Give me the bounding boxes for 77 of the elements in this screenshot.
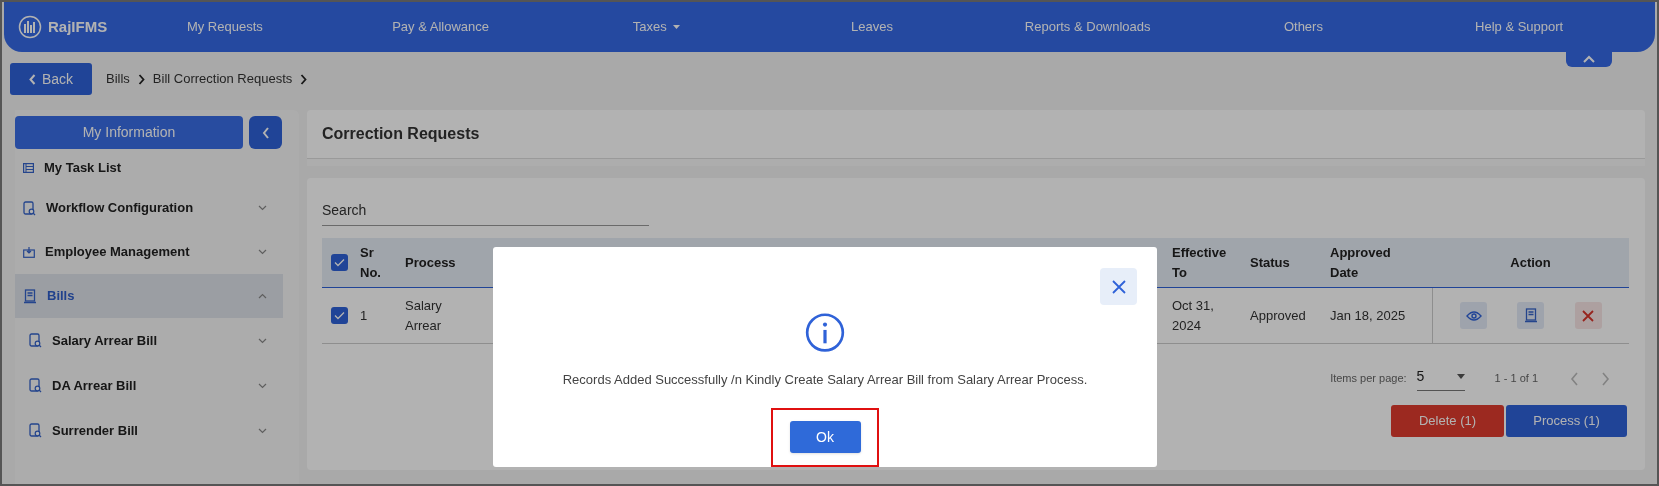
- breadcrumb-link[interactable]: Bills: [106, 69, 130, 89]
- delete-selected-button[interactable]: Delete (1): [1391, 405, 1504, 437]
- close-icon: [1111, 279, 1126, 294]
- column-header: Approved Date: [1330, 243, 1391, 282]
- table-cell-text: 1: [360, 306, 368, 325]
- table-cell-text: Approved: [1250, 306, 1306, 325]
- collapse-sidebar-button[interactable]: [249, 116, 282, 149]
- close-icon: [1582, 309, 1595, 322]
- tray-icon: [23, 246, 35, 258]
- chevron-down-icon: [258, 382, 267, 389]
- dialog-message: Records Added Successfully /n Kindly Create Salary Arrear Bill from Salary Arrear Process.: [562, 371, 1088, 390]
- chevron-right-icon: [300, 73, 308, 85]
- document-search-icon: [29, 333, 42, 348]
- process-button[interactable]: Process (1): [1506, 405, 1627, 437]
- eye-icon: [1465, 310, 1482, 321]
- document-search-icon: [23, 200, 36, 216]
- nav-link[interactable]: Pay & Allowance: [392, 17, 489, 37]
- sidebar-item[interactable]: Bills: [15, 274, 283, 318]
- back-button[interactable]: Back: [10, 63, 92, 95]
- dropdown-caret-icon: [1456, 374, 1465, 379]
- nav-link[interactable]: Reports & Downloads: [1024, 17, 1151, 37]
- caret-up-icon: [1583, 54, 1595, 63]
- my-information-button[interactable]: My Information: [15, 116, 243, 149]
- nav-link[interactable]: Taxes: [632, 17, 680, 37]
- breadcrumb-link[interactable]: Bill Correction Requests: [152, 69, 293, 89]
- chevron-down-icon: [258, 427, 267, 434]
- page-title: Correction Requests: [322, 124, 480, 144]
- table-cell-text: Jan 18, 2025: [1330, 306, 1406, 325]
- collapse-nav-button[interactable]: [1566, 50, 1612, 67]
- chevron-left-icon: [261, 126, 270, 139]
- column-header: Action: [1510, 253, 1551, 272]
- check-icon: [334, 258, 345, 267]
- nav-link[interactable]: Help & Support: [1475, 17, 1564, 37]
- ok-button[interactable]: Ok: [789, 421, 861, 454]
- table-cell-text: Oct 31, 2024: [1172, 296, 1215, 335]
- chevron-left-icon: [1570, 371, 1579, 386]
- info-icon: [803, 313, 847, 353]
- sidebar-item[interactable]: Salary Arrear Bill: [15, 318, 283, 363]
- chevron-right-icon: [137, 73, 145, 85]
- chevron-down-icon: [258, 249, 267, 255]
- page-size-select[interactable]: 5: [1416, 366, 1465, 391]
- checkbox[interactable]: [331, 254, 348, 271]
- sidebar-item[interactable]: Workflow Configuration: [15, 186, 283, 230]
- nav-link[interactable]: Others: [1283, 17, 1323, 37]
- nav-link[interactable]: My Requests: [186, 17, 263, 37]
- close-button[interactable]: [1100, 268, 1137, 305]
- sidebar-item[interactable]: DA Arrear Bill: [15, 363, 283, 408]
- receipt-icon: [23, 288, 37, 304]
- column-header: Effective To: [1172, 243, 1227, 282]
- column-header: Process: [405, 253, 456, 272]
- document-search-icon: [29, 423, 42, 438]
- sidebar-item[interactable]: Employee Management: [15, 230, 283, 274]
- document-search-icon: [29, 378, 42, 393]
- brand-name: RajIFMS: [48, 16, 108, 37]
- nav-link[interactable]: Leaves: [851, 17, 893, 37]
- chevron-down-icon: [258, 337, 267, 344]
- column-header: Sr No.: [360, 243, 381, 282]
- items-per-page-label: Items per page:: [1330, 371, 1407, 387]
- sidebar-item[interactable]: Surrender Bill: [15, 408, 283, 453]
- bill-button[interactable]: [1517, 302, 1545, 329]
- chevron-up-icon: [258, 293, 267, 299]
- logo-icon: [18, 15, 42, 39]
- chevron-down-icon: [258, 205, 267, 211]
- receipt-icon: [1524, 308, 1538, 323]
- chevron-right-icon: [1601, 371, 1610, 386]
- checkbox[interactable]: [331, 307, 348, 324]
- table-cell-text: Salary Arrear: [405, 296, 443, 335]
- sidebar-item[interactable]: My Task List: [15, 149, 283, 186]
- dropdown-caret-icon: [672, 25, 680, 29]
- column-header: Status: [1250, 253, 1290, 272]
- page-range: 1 - 1 of 1: [1494, 371, 1538, 387]
- view-button[interactable]: [1460, 302, 1488, 329]
- search-field[interactable]: Search: [322, 194, 649, 226]
- list-icon: [23, 162, 34, 173]
- delete-button[interactable]: [1574, 302, 1602, 329]
- check-icon: [334, 311, 345, 320]
- chevron-left-icon: [28, 73, 36, 85]
